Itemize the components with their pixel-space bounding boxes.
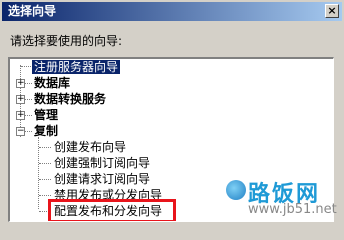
tree-connector	[21, 66, 31, 67]
tree-item-label: 管理	[34, 108, 59, 122]
tree-item-replication[interactable]: 复制	[34, 123, 58, 139]
tree-item-label: 注册服务器向导	[32, 60, 121, 74]
tree-connector	[25, 83, 32, 84]
tree-item-label: 数据库	[34, 76, 71, 90]
tree-item-create-pull-subscription-wizard[interactable]: 创建请求订阅向导	[54, 171, 150, 187]
tree-item-label: 数据转换服务	[34, 92, 107, 106]
title-bar: 选择向导 ×	[2, 2, 342, 21]
close-icon: ×	[327, 4, 337, 17]
tree-connector	[25, 131, 32, 132]
tree-connector	[39, 163, 51, 164]
wizard-selection-dialog: 选择向导 × 请选择要使用的向导: 注册服务器向导 + 数据库 + 数据转换服务…	[0, 0, 344, 228]
tree-item-data-transformation-services[interactable]: 数据转换服务	[34, 91, 106, 107]
tree-connector	[25, 99, 32, 100]
tree-item-label: 创建发布向导	[54, 140, 127, 154]
tree-item-label: 复制	[34, 124, 59, 138]
tree-connector	[39, 147, 51, 148]
expand-icon[interactable]: +	[16, 79, 25, 88]
tree-item-database[interactable]: 数据库	[34, 75, 70, 91]
window-title: 选择向导	[8, 4, 57, 18]
tree-item-create-push-subscription-wizard[interactable]: 创建强制订阅向导	[54, 155, 150, 171]
expand-icon[interactable]: +	[16, 111, 25, 120]
tree-item-management[interactable]: 管理	[34, 107, 58, 123]
watermark-url: www.jb51.net	[248, 202, 337, 217]
tree-item-label: 创建请求订阅向导	[54, 172, 151, 186]
prompt-label: 请选择要使用的向导:	[10, 34, 123, 48]
close-button[interactable]: ×	[325, 4, 339, 18]
collapse-icon[interactable]: −	[16, 127, 25, 136]
tree-item-register-server-wizard[interactable]: 注册服务器向导	[32, 59, 121, 75]
tree-connector	[39, 195, 51, 196]
highlight-annotation	[48, 199, 176, 221]
expand-icon[interactable]: +	[16, 95, 25, 104]
tree-item-create-publication-wizard[interactable]: 创建发布向导	[54, 139, 126, 155]
watermark-logo-icon	[226, 180, 246, 200]
tree-item-label: 创建强制订阅向导	[54, 156, 151, 170]
watermark: 路饭网 www.jb51.net	[226, 176, 337, 222]
tree-connector	[39, 179, 51, 180]
tree-connector	[25, 115, 32, 116]
